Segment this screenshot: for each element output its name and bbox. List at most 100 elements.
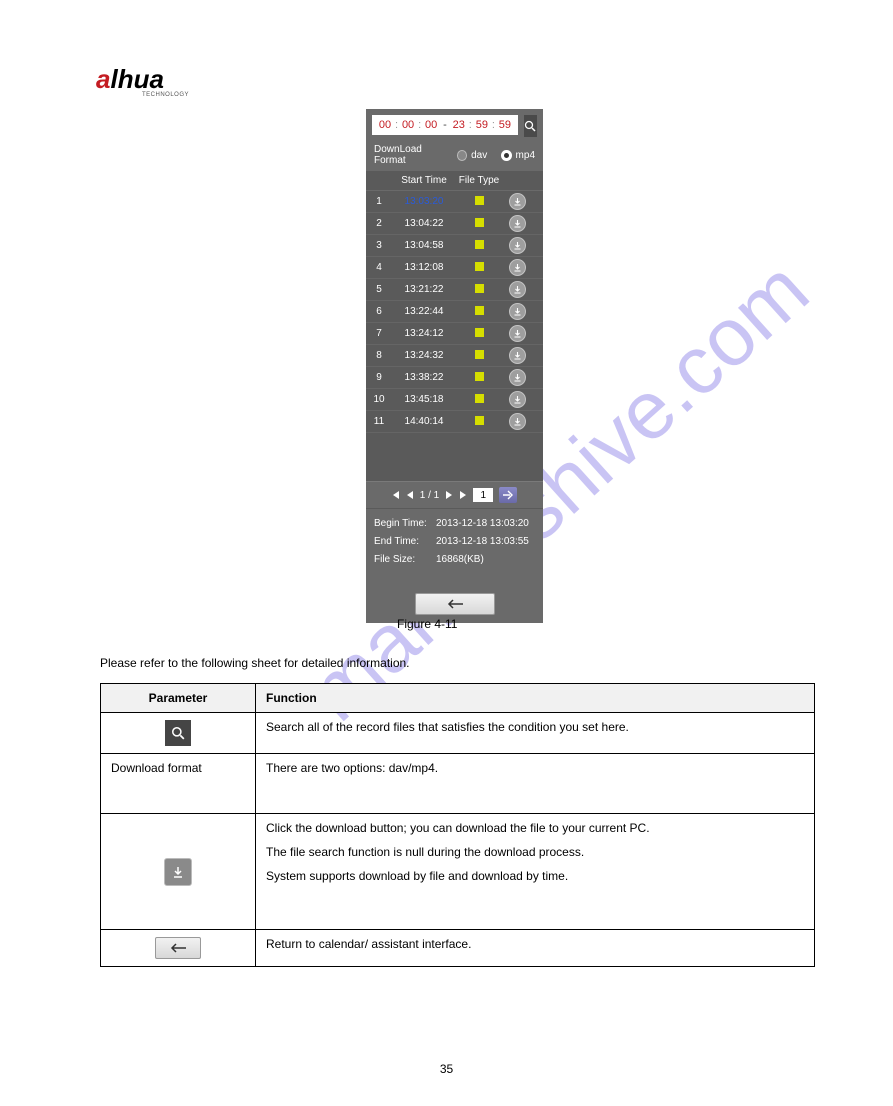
figure-caption: Figure 4-11 [397, 617, 457, 631]
page-go-button[interactable] [499, 487, 517, 503]
end-time-value: 2013-12-18 13:03:55 [436, 533, 529, 551]
row4-desc: Return to calendar/ assistant interface. [256, 930, 815, 967]
brand-sublabel: TECHNOLOGY [142, 92, 189, 98]
row-index: 2 [366, 218, 392, 229]
download-button[interactable] [509, 325, 526, 342]
to-min: 59 [473, 119, 491, 131]
download-button[interactable] [509, 391, 526, 408]
file-type-marker [475, 218, 484, 227]
end-time-label: End Time: [374, 533, 436, 551]
arrow-right-icon [503, 490, 513, 500]
download-icon [171, 865, 185, 879]
row-start-time: 14:40:14 [392, 416, 456, 427]
download-icon [513, 395, 522, 404]
download-icon [513, 263, 522, 272]
file-type-marker [475, 372, 484, 381]
row1-desc: Search all of the record files that sati… [256, 713, 815, 754]
row2-desc: There are two options: dav/mp4. [256, 754, 815, 814]
download-icon [513, 329, 522, 338]
download-button[interactable] [509, 413, 526, 430]
row-start-time: 13:22:44 [392, 306, 456, 317]
table-header: Start Time File Type [366, 171, 543, 191]
page-prev-icon[interactable] [406, 491, 414, 499]
download-icon [513, 307, 522, 316]
header-start-time: Start Time [392, 175, 456, 186]
row-start-time: 13:03:20 [392, 196, 456, 207]
table-row[interactable]: 1013:45:18 [366, 389, 543, 411]
row-index: 7 [366, 328, 392, 339]
row-index: 5 [366, 284, 392, 295]
page-next-icon[interactable] [445, 491, 453, 499]
page-last-icon[interactable] [459, 491, 467, 499]
table-row[interactable]: 413:12:08 [366, 257, 543, 279]
radio-dav[interactable] [457, 150, 468, 161]
begin-time-label: Begin Time: [374, 515, 436, 533]
table-row[interactable]: 713:24:12 [366, 323, 543, 345]
download-button[interactable] [509, 193, 526, 210]
from-min: 00 [399, 119, 417, 131]
table-row[interactable]: 1114:40:14 [366, 411, 543, 433]
search-icon-cell [165, 720, 191, 746]
row-index: 3 [366, 240, 392, 251]
table-row[interactable]: 913:38:22 [366, 367, 543, 389]
row-start-time: 13:04:58 [392, 240, 456, 251]
parameter-function-table: Parameter Function Search all of the rec… [100, 683, 815, 967]
download-icon [513, 373, 522, 382]
page-indicator: 1 / 1 [420, 490, 439, 501]
to-sec: 59 [496, 119, 514, 131]
row3-desc: Click the download button; you can downl… [256, 814, 815, 930]
file-type-marker [475, 394, 484, 403]
row-index: 1 [366, 196, 392, 207]
arrow-left-icon [170, 943, 186, 953]
download-format-row: DownLoad Format dav mp4 [366, 141, 543, 171]
arrow-left-icon [447, 599, 463, 609]
download-button[interactable] [509, 215, 526, 232]
download-icon-cell [164, 858, 192, 886]
back-button[interactable] [415, 593, 495, 615]
page-input[interactable]: 1 [473, 488, 493, 502]
download-button[interactable] [509, 259, 526, 276]
file-list-table: Start Time File Type 113:03:20213:04:223… [366, 171, 543, 481]
file-size-label: File Size: [374, 551, 436, 569]
from-sec: 00 [422, 119, 440, 131]
download-icon [513, 197, 522, 206]
table-row[interactable]: 113:03:20 [366, 191, 543, 213]
format-mp4-label: mp4 [516, 150, 535, 161]
row-index: 8 [366, 350, 392, 361]
playback-panel: 00 : 00 : 00 - 23 : 59 : 59 DownLoad For… [366, 109, 543, 623]
row-index: 9 [366, 372, 392, 383]
file-type-marker [475, 196, 484, 205]
file-type-marker [475, 284, 484, 293]
table-row[interactable]: 313:04:58 [366, 235, 543, 257]
row-start-time: 13:12:08 [392, 262, 456, 273]
page-number: 35 [0, 1062, 893, 1076]
download-button[interactable] [509, 281, 526, 298]
time-range-input[interactable]: 00 : 00 : 00 - 23 : 59 : 59 [372, 115, 518, 135]
brand-logo: alhua [96, 64, 164, 95]
table-row[interactable]: 813:24:32 [366, 345, 543, 367]
row-index: 4 [366, 262, 392, 273]
download-format-label: DownLoad Format [374, 144, 453, 166]
table-row[interactable]: 213:04:22 [366, 213, 543, 235]
download-icon [513, 417, 522, 426]
begin-time-value: 2013-12-18 13:03:20 [436, 515, 529, 533]
search-icon [171, 726, 185, 740]
page-first-icon[interactable] [392, 491, 400, 499]
download-button[interactable] [509, 369, 526, 386]
row2-param: Download format [101, 754, 256, 814]
row-index: 6 [366, 306, 392, 317]
download-button[interactable] [509, 347, 526, 364]
radio-mp4[interactable] [501, 150, 512, 161]
download-button[interactable] [509, 237, 526, 254]
table-row[interactable]: 613:22:44 [366, 301, 543, 323]
download-button[interactable] [509, 303, 526, 320]
download-icon [513, 219, 522, 228]
time-search-row: 00 : 00 : 00 - 23 : 59 : 59 [366, 109, 543, 141]
header-file-type: File Type [456, 175, 502, 186]
table-row[interactable]: 513:21:22 [366, 279, 543, 301]
file-type-marker [475, 262, 484, 271]
file-type-marker [475, 328, 484, 337]
file-type-marker [475, 350, 484, 359]
file-type-marker [475, 240, 484, 249]
search-button[interactable] [524, 115, 537, 137]
